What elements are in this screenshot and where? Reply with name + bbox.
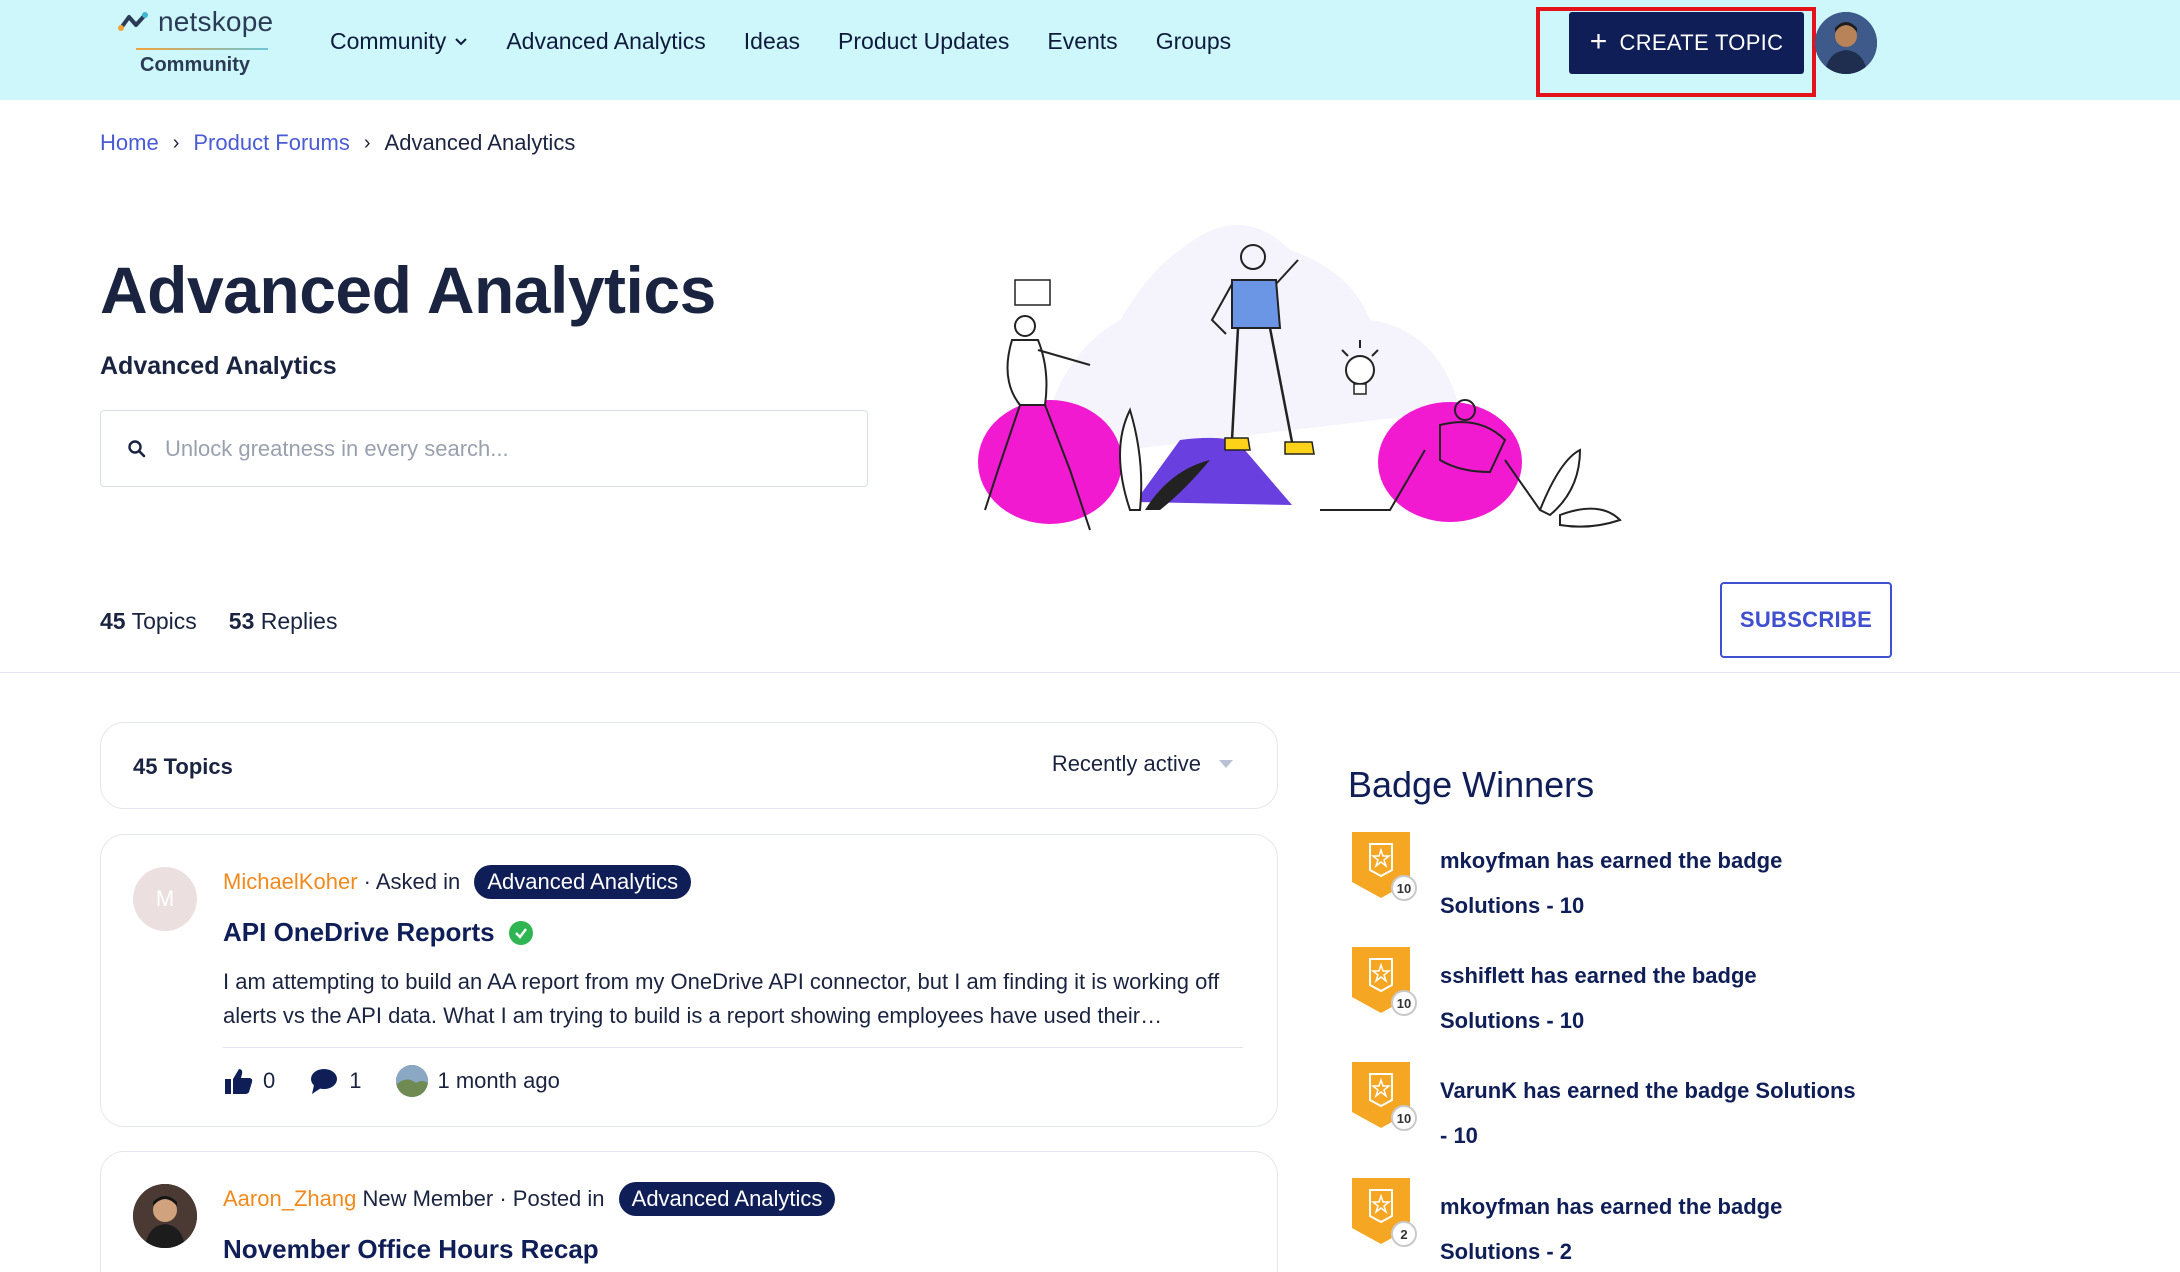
topic-title-row: API OneDrive Reports [223, 917, 533, 948]
nav-advanced-analytics[interactable]: Advanced Analytics [506, 28, 705, 55]
thumbs-up-icon [225, 1069, 253, 1094]
breadcrumb-home[interactable]: Home [100, 130, 159, 156]
badge-level: 10 [1397, 1111, 1411, 1126]
top-header: netskope Community Community Advanced An… [0, 0, 2180, 100]
chevron-right-icon: › [363, 131, 371, 154]
reply-group[interactable]: 1 [309, 1067, 362, 1095]
search-input[interactable]: Unlock greatness in every search... [100, 410, 868, 487]
solved-check-icon [508, 920, 533, 945]
sort-value: Recently active [1051, 751, 1201, 776]
topic-meta: Aaron_Zhang New Member · Posted in Advan… [223, 1182, 836, 1216]
caret-down-icon [1219, 760, 1233, 768]
netskope-mark-icon [118, 12, 148, 31]
main-nav: Community Advanced Analytics Ideas Produ… [330, 28, 1231, 55]
like-count: 0 [263, 1068, 276, 1093]
author-avatar[interactable]: M [133, 867, 197, 931]
hero-illustration [978, 225, 1622, 531]
user-avatar[interactable] [1815, 12, 1877, 74]
last-replier-avatar-image [395, 1065, 428, 1097]
topics-label: Topics [131, 608, 197, 634]
chevron-right-icon: › [172, 131, 180, 154]
topics-stat: 45 Topics [100, 608, 197, 635]
logo-divider [136, 48, 268, 50]
topic-card[interactable]: Aaron_Zhang New Member · Posted in Advan… [100, 1151, 1278, 1272]
nav-product-updates[interactable]: Product Updates [838, 28, 1009, 55]
topic-author-role: New Member [356, 1186, 494, 1211]
topic-footer: 0 1 1 month ago [223, 1065, 594, 1097]
like-group[interactable]: 0 [223, 1067, 275, 1095]
page-subtitle: Advanced Analytics [100, 352, 337, 380]
category-tag[interactable]: Advanced Analytics [618, 1182, 836, 1216]
search-icon [128, 439, 146, 457]
solutions-badge-icon: 10 [1352, 947, 1417, 1016]
create-topic-label: CREATE TOPIC [1619, 30, 1784, 55]
solutions-badge-icon: 10 [1352, 832, 1417, 901]
topic-list-header: 45 Topics Recently active [100, 722, 1278, 809]
nav-ideas[interactable]: Ideas [744, 28, 800, 55]
user-avatar-image [1815, 12, 1877, 74]
topics-count: 45 [100, 608, 126, 634]
replies-label: Replies [260, 608, 338, 634]
topic-card[interactable]: M MichaelKoher · Asked in Advanced Analy… [100, 834, 1278, 1127]
logo-sub-text: Community [140, 54, 250, 76]
topic-meta: MichaelKoher · Asked in Advanced Analyti… [223, 865, 692, 899]
topic-action: · Posted in [493, 1186, 611, 1211]
topic-list-count: 45 Topics [133, 754, 233, 779]
badge-level: 10 [1397, 881, 1411, 896]
section-divider [0, 672, 2180, 673]
badge-winner-text: mkoyfman has earned the badge Solutions … [1440, 1194, 1783, 1264]
create-topic-button[interactable]: + CREATE TOPIC [1569, 12, 1804, 74]
logo-brand-text: netskope [158, 6, 274, 37]
replies-stat: 53 Replies [229, 608, 338, 635]
topic-title[interactable]: API OneDrive Reports [223, 917, 495, 948]
solutions-badge-icon: 2 [1352, 1178, 1417, 1247]
badge-level: 10 [1397, 996, 1411, 1011]
chevron-down-icon [455, 37, 468, 45]
author-avatar[interactable] [133, 1184, 197, 1248]
reply-count: 1 [349, 1068, 362, 1093]
author-avatar-image [133, 1184, 197, 1248]
nav-groups[interactable]: Groups [1156, 28, 1231, 55]
sort-dropdown[interactable]: Recently active [1052, 751, 1233, 777]
badge-winner-text: sshiflett has earned the badge Solutions… [1440, 963, 1757, 1033]
netskope-logo[interactable]: netskope Community [118, 6, 278, 76]
breadcrumb-current: Advanced Analytics [384, 130, 576, 155]
breadcrumb-product-forums[interactable]: Product Forums [193, 130, 350, 156]
search-placeholder: Unlock greatness in every search... [165, 435, 509, 461]
last-replier-avatar[interactable] [395, 1065, 428, 1097]
category-tag[interactable]: Advanced Analytics [474, 865, 692, 899]
topic-title[interactable]: November Office Hours Recap [223, 1234, 599, 1265]
nav-events[interactable]: Events [1047, 28, 1117, 55]
subscribe-button[interactable]: SUBSCRIBE [1720, 582, 1892, 658]
page-title: Advanced Analytics [100, 253, 716, 327]
comment-icon [311, 1069, 338, 1094]
badge-winner-text: mkoyfman has earned the badge Solutions … [1440, 848, 1783, 918]
forum-stats: 45 Topics 53 Replies [100, 608, 337, 635]
topic-title-row: November Office Hours Recap [223, 1234, 599, 1265]
last-activity: 1 month ago [437, 1068, 560, 1093]
nav-community-label: Community [330, 28, 447, 54]
solutions-badge-icon: 10 [1352, 1062, 1417, 1131]
last-activity-group[interactable]: 1 month ago [395, 1065, 560, 1097]
badge-level: 2 [1400, 1227, 1407, 1242]
breadcrumb: Home › Product Forums › Advanced Analyti… [100, 130, 575, 156]
plus-icon: + [1589, 24, 1608, 58]
topic-excerpt: I am attempting to build an AA report fr… [223, 969, 1220, 1028]
badge-winner-text: VarunK has earned the badge Solutions - … [1440, 1078, 1856, 1148]
badge-winners-title: Badge Winners [1348, 764, 1595, 805]
topic-divider [223, 1047, 1243, 1048]
nav-community[interactable]: Community [330, 28, 468, 55]
topic-author[interactable]: MichaelKoher [223, 869, 358, 895]
replies-count: 53 [228, 608, 255, 634]
topic-action: · Asked in [357, 869, 467, 894]
topic-author[interactable]: Aaron_Zhang [223, 1186, 356, 1212]
